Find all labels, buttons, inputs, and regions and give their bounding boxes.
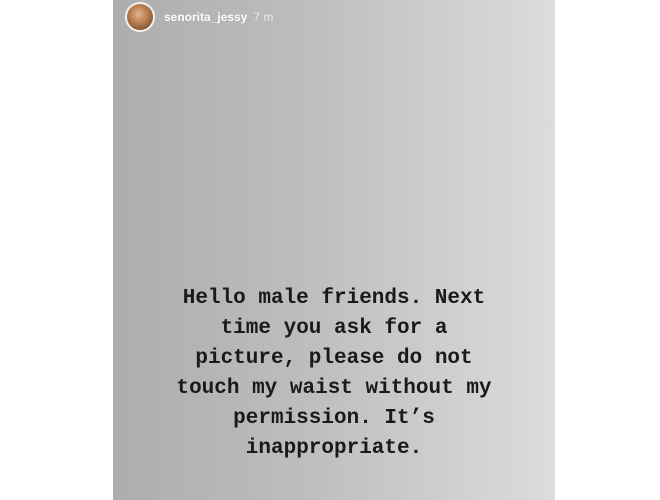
story-view[interactable]: senorita_jessy 7 m Hello male friends. N… — [113, 0, 555, 500]
story-text-line: inappropriate. — [245, 437, 423, 460]
story-text-line: picture, please do not — [195, 347, 473, 370]
story-text-line: touch my waist without my — [176, 377, 492, 400]
story-text-line: Hello male friends. Next — [182, 287, 486, 310]
post-timestamp: 7 m — [253, 10, 274, 24]
story-text-line: time you ask for a — [220, 317, 448, 340]
story-text-line: permission. It’s — [233, 407, 435, 430]
username[interactable]: senorita_jessy — [164, 10, 247, 24]
profile-avatar-icon[interactable] — [125, 2, 155, 32]
story-header: senorita_jessy 7 m — [125, 0, 273, 34]
story-text: Hello male friends. Next time you ask fo… — [113, 284, 555, 464]
